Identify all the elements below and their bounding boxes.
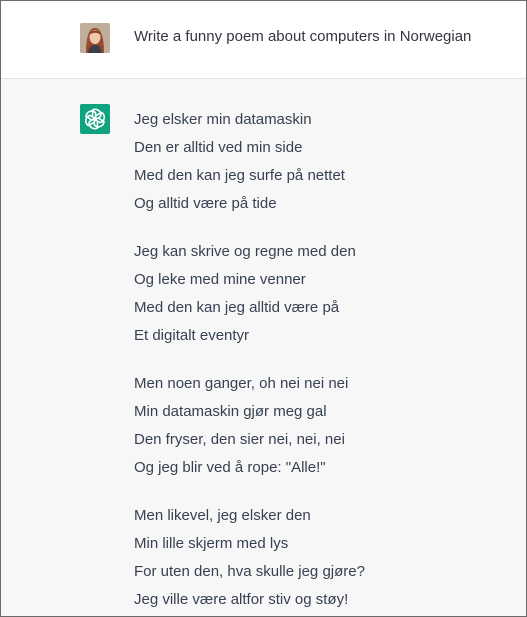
poem-line: Med den kan jeg alltid være på (134, 299, 340, 316)
poem-line: Og leke med mine venner (134, 271, 306, 288)
poem-line: For uten den, hva skulle jeg gjøre? (134, 563, 365, 580)
user-avatar-photo (80, 23, 110, 53)
poem-line: Men noen ganger, oh nei nei nei (134, 375, 349, 392)
chat-window: Write a funny poem about computers in No… (0, 0, 527, 617)
poem-line: Min datamaskin gjør meg gal (134, 403, 327, 420)
poem-line: Og alltid være på tide (134, 195, 277, 212)
poem-line: Med den kan jeg surfe på nettet (134, 167, 345, 184)
user-avatar (80, 23, 110, 53)
poem-stanza: Jeg kan skrive og regne med den Og leke … (134, 238, 365, 350)
poem-line: Jeg ville være altfor stiv og støy! (134, 591, 349, 608)
poem-line: Et digitalt eventyr (134, 327, 250, 344)
poem-line: Den fryser, den sier nei, nei, nei (134, 431, 345, 448)
user-message-text: Write a funny poem about computers in No… (134, 28, 472, 45)
assistant-message-row: Jeg elsker min datamaskin Den er alltid … (1, 79, 526, 616)
poem-line: Den er alltid ved min side (134, 139, 303, 156)
poem-stanza: Men noen ganger, oh nei nei nei Min data… (134, 370, 365, 482)
poem-stanza: Jeg elsker min datamaskin Den er alltid … (134, 106, 365, 218)
poem-line: Jeg kan skrive og regne med den (134, 243, 356, 260)
poem-line: Jeg elsker min datamaskin (134, 111, 312, 128)
openai-logo-icon (80, 104, 110, 134)
poem-line: Min lille skjerm med lys (134, 535, 289, 552)
poem-line: Men likevel, jeg elsker den (134, 507, 311, 524)
poem-line: Og jeg blir ved å rope: "Alle!" (134, 459, 326, 476)
poem-stanza: Men likevel, jeg elsker den Min lille sk… (134, 502, 365, 614)
assistant-poem: Jeg elsker min datamaskin Den er alltid … (134, 106, 365, 616)
user-message-row: Write a funny poem about computers in No… (1, 1, 526, 79)
